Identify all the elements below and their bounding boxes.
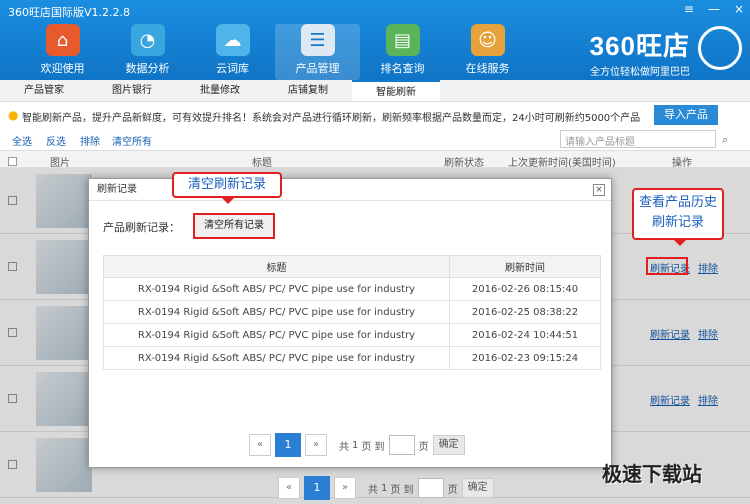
table-row: RX-0194 Rigid &Soft ABS/ PC/ PVC pipe us… <box>103 346 601 370</box>
col-title: 标题 <box>252 158 272 169</box>
tool-label: 数据分析 <box>125 62 170 75</box>
col-image: 图片 <box>50 158 70 169</box>
actions-row: 全选 反选 排除 清空所有 请输入产品标题 ⌕ <box>0 128 750 150</box>
info-text: 智能刷新产品，提升产品新鲜度，可有效提升排名！系统会对产品进行循环刷新，刷新频率… <box>22 113 641 124</box>
product-table-header: 图片 标题 刷新状态 上次更新时间(美国时间) 操作 <box>0 150 750 169</box>
subnav-image-bank[interactable]: 图片银行 <box>88 80 176 101</box>
tool-cloud-words[interactable]: ☁ 云词库 <box>190 24 275 80</box>
brand: 360旺店 全方位轻松做阿里巴巴 <box>590 26 690 78</box>
import-products-button[interactable]: 导入产品 <box>654 105 718 125</box>
tool-rank-query[interactable]: ▤ 排名查询 <box>360 24 445 80</box>
prev-page-button[interactable]: « <box>249 434 271 456</box>
next-page-button[interactable]: » <box>334 477 356 499</box>
go-page-button[interactable]: 确定 <box>461 478 494 498</box>
clear-all-records-button[interactable]: 清空所有记录 <box>193 213 275 239</box>
tool-label: 欢迎使用 <box>40 62 85 75</box>
window-controls: ≡ — × <box>684 2 744 16</box>
home-icon: ⌂ <box>45 24 80 56</box>
subnav-product-manager[interactable]: 产品管家 <box>0 80 88 101</box>
table-row: RX-0194 Rigid &Soft ABS/ PC/ PVC pipe us… <box>103 300 601 324</box>
menu-icon[interactable]: ≡ <box>684 2 694 16</box>
next-page-button[interactable]: » <box>305 434 327 456</box>
records-table: 标题 刷新时间 RX-0194 Rigid &Soft ABS/ PC/ PVC… <box>103 255 601 370</box>
table-row: RX-0194 Rigid &Soft ABS/ PC/ PVC pipe us… <box>103 323 601 347</box>
callout-history-records: 查看产品历史刷新记录 <box>632 188 724 246</box>
app-title: 360旺店国际版V1.2.2.8 <box>8 6 131 19</box>
subnav: 产品管家 图片银行 批量修改 店铺复制 智能刷新 <box>0 80 750 102</box>
clear-all-link[interactable]: 清空所有 <box>112 133 152 148</box>
tool-welcome[interactable]: ⌂ 欢迎使用 <box>20 24 105 80</box>
page-input[interactable] <box>388 435 415 455</box>
tool-product-manage[interactable]: ☰ 产品管理 <box>275 24 360 80</box>
minimize-icon[interactable]: — <box>708 2 720 16</box>
rank-chart-icon: ▤ <box>385 24 420 56</box>
pie-chart-icon: ◔ <box>130 24 165 56</box>
subnav-smart-refresh[interactable]: 智能刷新 <box>352 80 440 101</box>
invert-selection-link[interactable]: 反选 <box>46 133 66 148</box>
brand-slogan: 全方位轻松做阿里巴巴 <box>590 67 690 78</box>
select-all-checkbox[interactable] <box>8 157 17 166</box>
support-person-icon: ☺ <box>470 24 505 56</box>
search-input[interactable]: 请输入产品标题 <box>560 130 716 148</box>
prev-page-button[interactable]: « <box>278 477 300 499</box>
watermark: 极速下载站 <box>602 462 702 486</box>
main-pager: « 1 » 共 1 页 到 页 确定 <box>278 476 494 500</box>
table-row: RX-0194 Rigid &Soft ABS/ PC/ PVC pipe us… <box>103 277 601 301</box>
main-toolbar: ⌂ 欢迎使用 ◔ 数据分析 ☁ 云词库 ☰ 产品管理 ▤ 排名查询 ☺ 在线服务 <box>20 24 530 80</box>
clipboard-icon: ☰ <box>300 24 335 56</box>
exclude-link[interactable]: 排除 <box>80 133 100 148</box>
search-icon[interactable]: ⌕ <box>722 133 728 147</box>
tool-label: 产品管理 <box>295 62 340 75</box>
col-title: 标题 <box>103 255 450 278</box>
go-page-button[interactable]: 确定 <box>432 435 465 455</box>
current-page[interactable]: 1 <box>304 476 330 500</box>
cloud-icon: ☁ <box>215 24 250 56</box>
current-page[interactable]: 1 <box>275 433 301 457</box>
lightbulb-icon: ● <box>8 108 19 122</box>
tool-label: 排名查询 <box>380 62 425 75</box>
subnav-store-copy[interactable]: 店铺复制 <box>264 80 352 101</box>
highlight-box <box>646 257 688 275</box>
page-input[interactable] <box>417 478 444 498</box>
col-refresh-time: 刷新时间 <box>449 255 601 278</box>
tool-online-service[interactable]: ☺ 在线服务 <box>445 24 530 80</box>
tool-label: 云词库 <box>216 62 249 75</box>
brand-name: 360旺店 <box>589 31 690 61</box>
header: 360旺店国际版V1.2.2.8 ≡ — × ⌂ 欢迎使用 ◔ 数据分析 ☁ 云… <box>0 0 750 80</box>
tool-label: 在线服务 <box>465 62 510 75</box>
dialog-title: 刷新记录 <box>89 179 611 201</box>
close-icon[interactable]: × <box>593 184 605 196</box>
tool-analysis[interactable]: ◔ 数据分析 <box>105 24 190 80</box>
records-label: 产品刷新记录： <box>103 221 180 234</box>
subnav-batch-edit[interactable]: 批量修改 <box>176 80 264 101</box>
info-bar: ● 智能刷新产品，提升产品新鲜度，可有效提升排名！系统会对产品进行循环刷新，刷新… <box>0 102 750 128</box>
close-icon[interactable]: × <box>734 2 744 16</box>
select-all-link[interactable]: 全选 <box>12 133 32 148</box>
brand-logo-icon <box>698 26 742 70</box>
col-operation: 操作 <box>672 158 692 169</box>
dialog-pager: « 1 » 共 1 页 到 页 确定 <box>249 433 465 457</box>
col-refresh-status: 刷新状态 <box>444 158 484 169</box>
col-last-update: 上次更新时间(美国时间) <box>508 158 616 169</box>
callout-clear-records: 清空刷新记录 <box>172 172 282 204</box>
refresh-records-dialog: 刷新记录 × 产品刷新记录： 清空所有记录 标题 刷新时间 RX-0194 Ri… <box>88 178 612 468</box>
